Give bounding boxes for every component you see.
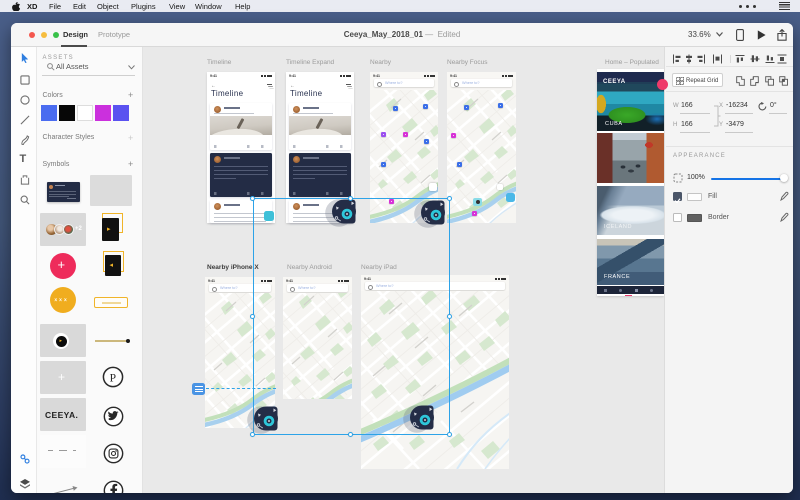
svg-text:P: P [110,372,116,384]
